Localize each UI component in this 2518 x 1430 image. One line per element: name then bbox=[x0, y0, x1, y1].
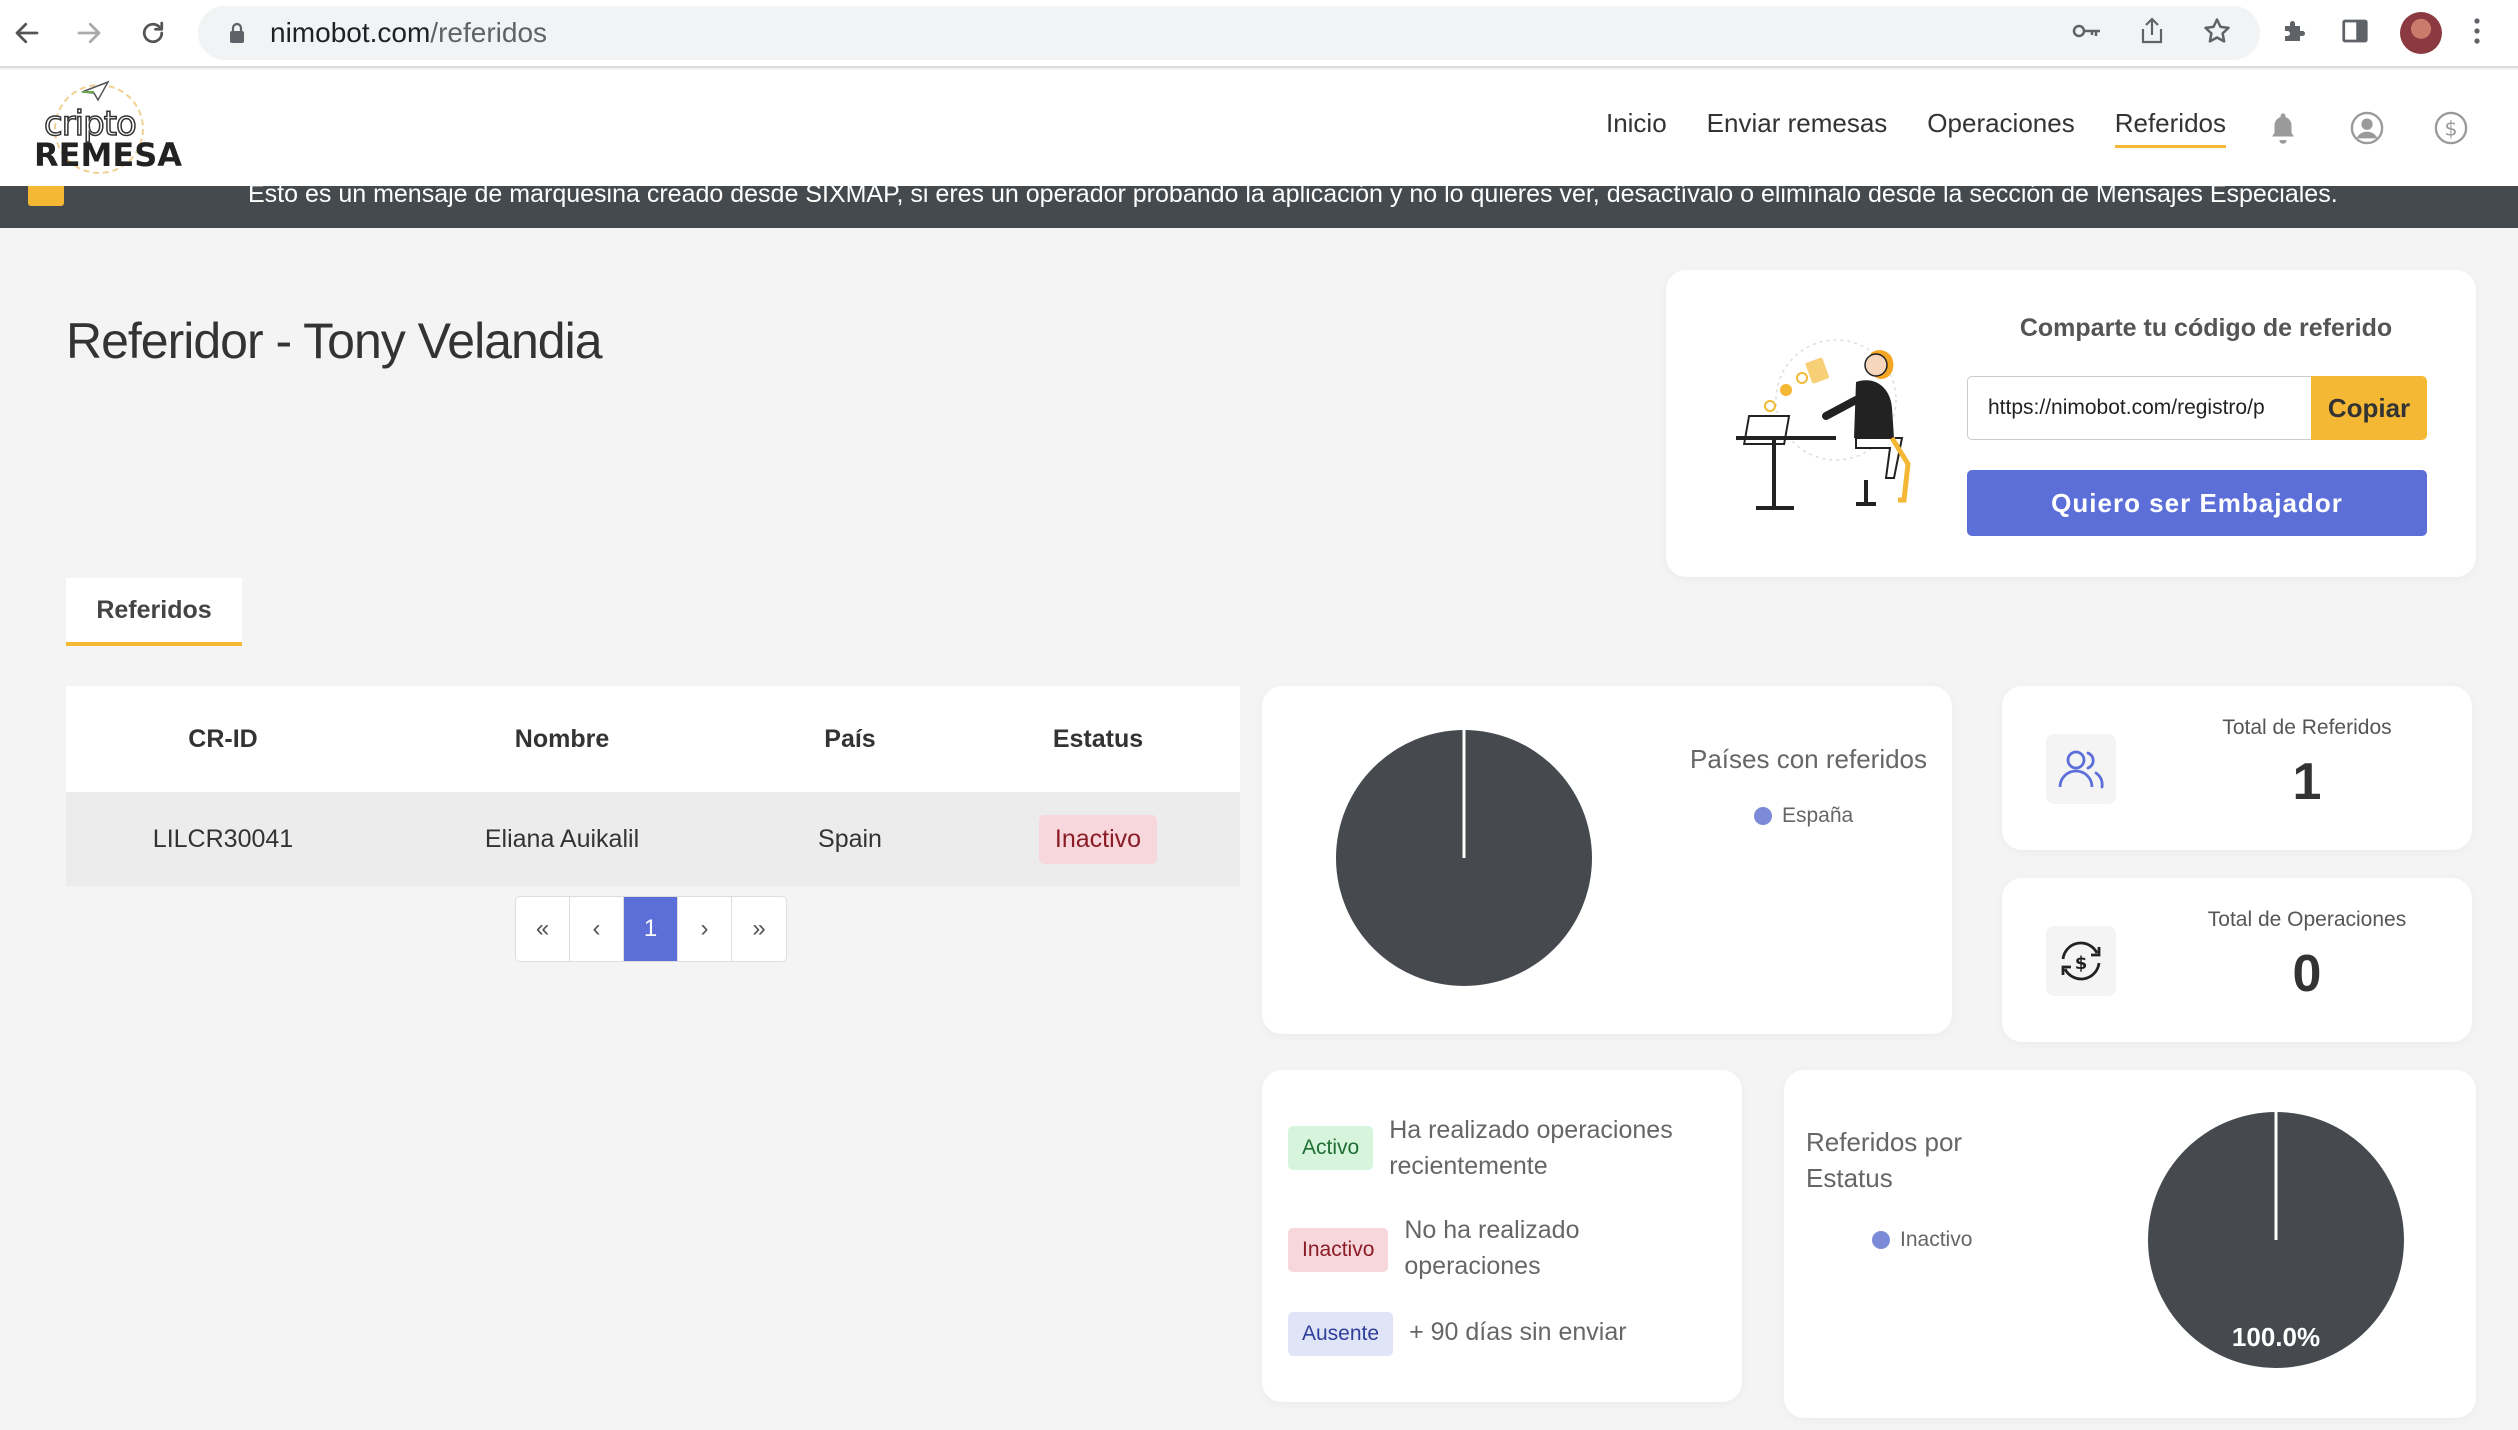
column-header-pais[interactable]: País bbox=[744, 725, 956, 754]
legend-item-inactivo[interactable]: Inactivo bbox=[1872, 1228, 1972, 1252]
table-row[interactable]: LILCR30041 Eliana Auikalil Spain Inactiv… bbox=[66, 792, 1240, 886]
legend-dot bbox=[1872, 1231, 1890, 1249]
bell-icon[interactable] bbox=[2266, 111, 2300, 145]
status-legend-card: Activo Ha realizado operaciones reciente… bbox=[1262, 1070, 1742, 1402]
reload-icon[interactable] bbox=[130, 10, 176, 56]
status-chart-card: Referidos por Estatus Inactivo 100.0% bbox=[1784, 1070, 2476, 1418]
stat-label: Total de Operaciones bbox=[2207, 908, 2407, 931]
profile-avatar[interactable] bbox=[2400, 12, 2442, 54]
column-header-nombre[interactable]: Nombre bbox=[380, 725, 744, 754]
page-title: Referidor - Tony Velandia bbox=[66, 313, 603, 369]
pagination: « ‹ 1 › » bbox=[515, 896, 787, 962]
forward-arrow-icon[interactable] bbox=[66, 10, 112, 56]
page-prev-button[interactable]: ‹ bbox=[570, 897, 624, 961]
countries-chart-card: Países con referidos España bbox=[1262, 686, 1952, 1034]
share-referral-card: Comparte tu código de referido Copiar Qu… bbox=[1666, 270, 2476, 577]
url-domain: nimobot.com bbox=[270, 17, 431, 48]
marquee-banner: Esto es un mensaje de marquesina creado … bbox=[0, 186, 2518, 228]
countries-pie-chart bbox=[1336, 730, 1592, 986]
page-next-button[interactable]: › bbox=[678, 897, 732, 961]
total-operaciones-card: $ Total de Operaciones 0 bbox=[2002, 878, 2472, 1042]
cripto-remesa-logo[interactable]: cripto REMESA bbox=[34, 80, 182, 178]
url-text: nimobot.com/referidos bbox=[270, 17, 547, 49]
total-referidos-card: Total de Referidos 1 bbox=[2002, 686, 2472, 850]
legend-row-activo: Activo Ha realizado operaciones reciente… bbox=[1288, 1112, 1708, 1184]
status-badge: Inactivo bbox=[1038, 814, 1158, 864]
status-pie-chart: 100.0% bbox=[2148, 1112, 2404, 1368]
legend-description: No ha realizado operaciones bbox=[1404, 1216, 1580, 1280]
share-icon[interactable] bbox=[2140, 16, 2164, 51]
svg-text:$: $ bbox=[2444, 117, 2457, 141]
cell-cr-id: LILCR30041 bbox=[152, 824, 294, 853]
share-title: Comparte tu código de referido bbox=[2019, 314, 2393, 342]
status-badge-ausente: Ausente bbox=[1288, 1312, 1394, 1356]
lock-icon bbox=[222, 22, 252, 44]
cell-estatus: Inactivo bbox=[956, 814, 1240, 864]
key-icon[interactable] bbox=[2072, 21, 2102, 46]
extensions-puzzle-icon[interactable] bbox=[2280, 16, 2310, 51]
main-navigation: Inicio Enviar remesas Operaciones Referi… bbox=[1606, 70, 2518, 186]
cell-nombre: Eliana Auikalil bbox=[484, 824, 640, 853]
countries-chart-title: Países con referidos bbox=[1690, 744, 1928, 774]
legend-item-espana[interactable]: España bbox=[1754, 804, 1853, 828]
logo-text-bottom: REMESA bbox=[34, 136, 183, 174]
referral-link-input[interactable] bbox=[1967, 376, 2311, 440]
stat-value: 1 bbox=[2292, 753, 2322, 811]
dollar-circle-icon[interactable]: $ bbox=[2434, 111, 2468, 145]
browser-toolbar: nimobot.com/referidos bbox=[0, 0, 2518, 68]
address-bar[interactable]: nimobot.com/referidos bbox=[198, 6, 2260, 60]
status-badge-activo: Activo bbox=[1288, 1126, 1374, 1170]
cell-pais: Spain bbox=[818, 824, 882, 853]
url-path: /referidos bbox=[430, 17, 548, 48]
ambassador-button[interactable]: Quiero ser Embajador bbox=[1967, 470, 2427, 536]
user-circle-icon[interactable] bbox=[2350, 111, 2384, 145]
pie-data-label: 100.0% bbox=[2232, 1322, 2320, 1352]
column-header-estatus[interactable]: Estatus bbox=[956, 725, 1240, 754]
legend-description: + 90 días sin enviar bbox=[1409, 1318, 1627, 1346]
back-arrow-icon[interactable] bbox=[4, 10, 50, 56]
nav-inicio[interactable]: Inicio bbox=[1606, 108, 1667, 148]
legend-dot bbox=[1754, 807, 1772, 825]
legend-row-inactivo: Inactivo No ha realizado operaciones bbox=[1288, 1212, 1728, 1284]
nav-enviar-remesas[interactable]: Enviar remesas bbox=[1707, 108, 1888, 148]
stat-value: 0 bbox=[2292, 945, 2322, 1003]
legend-description: Ha realizado operaciones recientemente bbox=[1389, 1116, 1673, 1180]
page-last-button[interactable]: » bbox=[732, 897, 786, 961]
legend-label: Inactivo bbox=[1900, 1228, 1973, 1251]
legend-row-ausente: Ausente + 90 días sin enviar bbox=[1288, 1312, 1728, 1356]
side-panel-icon[interactable] bbox=[2340, 16, 2370, 51]
status-chart-title: Referidos por Estatus bbox=[1806, 1127, 1963, 1193]
paper-plane-icon bbox=[81, 80, 110, 102]
page-first-button[interactable]: « bbox=[516, 897, 570, 961]
status-badge-inactivo: Inactivo bbox=[1288, 1228, 1389, 1272]
table-header: CR-ID Nombre País Estatus bbox=[66, 686, 1240, 792]
kebab-menu-icon[interactable] bbox=[2472, 16, 2482, 51]
nav-referidos[interactable]: Referidos bbox=[2114, 108, 2226, 148]
tab-referidos[interactable]: Referidos bbox=[66, 578, 242, 646]
referrals-table: CR-ID Nombre País Estatus LILCR30041 Eli… bbox=[66, 686, 1240, 886]
person-at-laptop-illustration bbox=[1736, 339, 1911, 510]
legend-label: España bbox=[1782, 804, 1854, 827]
megaphone-icon bbox=[28, 186, 64, 206]
users-icon bbox=[2046, 734, 2116, 804]
marquee-message: Esto es un mensaje de marquesina creado … bbox=[248, 186, 2338, 208]
copy-button[interactable]: Copiar bbox=[2311, 376, 2427, 440]
stat-label: Total de Referidos bbox=[2222, 716, 2392, 739]
nav-operaciones[interactable]: Operaciones bbox=[1927, 108, 2074, 148]
currency-exchange-icon: $ bbox=[2046, 926, 2116, 996]
bookmark-star-icon[interactable] bbox=[2202, 16, 2232, 51]
page-number-button[interactable]: 1 bbox=[624, 897, 678, 961]
column-header-cr-id[interactable]: CR-ID bbox=[66, 725, 380, 754]
site-header: cripto REMESA Inicio Enviar remesas Oper… bbox=[0, 70, 2518, 186]
svg-text:$: $ bbox=[2075, 953, 2088, 974]
